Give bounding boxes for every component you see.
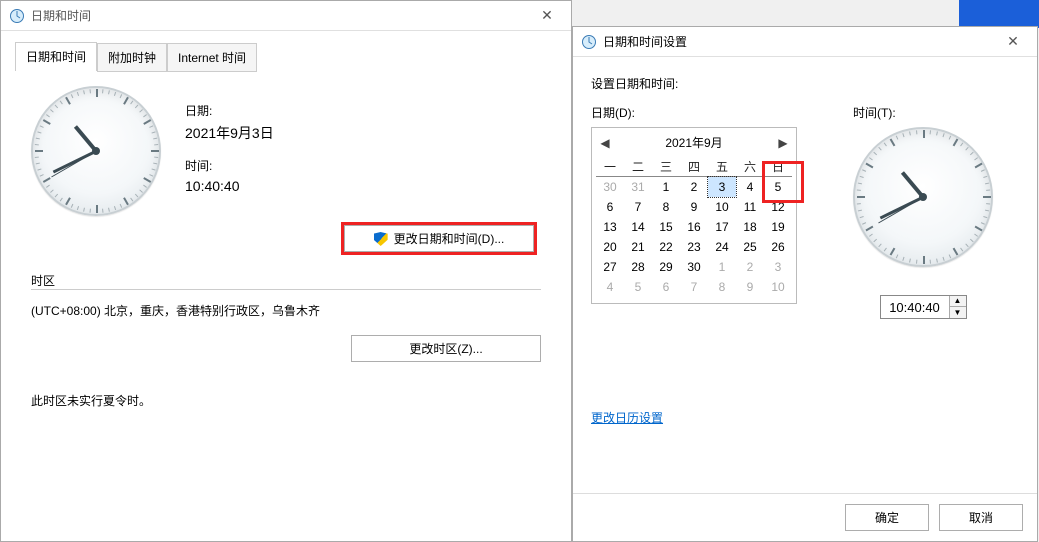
titlebar-title: 日期和时间 <box>31 7 91 24</box>
calendar-prev-icon[interactable]: ◀ <box>596 136 614 150</box>
calendar-day[interactable]: 12 <box>764 197 792 217</box>
calendar-day[interactable]: 4 <box>736 177 764 197</box>
tab-strip: 日期和时间 附加时钟 Internet 时间 <box>15 41 557 70</box>
calendar-day[interactable]: 4 <box>596 277 624 297</box>
calendar-day[interactable]: 9 <box>680 197 708 217</box>
cancel-button[interactable]: 取消 <box>939 504 1023 531</box>
calendar-weekday: 三 <box>652 157 680 177</box>
calendar-day[interactable]: 9 <box>736 277 764 297</box>
calendar-day[interactable]: 7 <box>680 277 708 297</box>
calendar-day[interactable]: 15 <box>652 217 680 237</box>
time-value: 10:40:40 <box>185 178 274 194</box>
calendar-day[interactable]: 11 <box>736 197 764 217</box>
time-input[interactable] <box>881 296 949 318</box>
calendar-day[interactable]: 28 <box>624 257 652 277</box>
calendar-day[interactable]: 10 <box>764 277 792 297</box>
date-time-icon <box>9 8 25 24</box>
calendar-day[interactable]: 2 <box>680 177 708 197</box>
calendar-day[interactable]: 29 <box>652 257 680 277</box>
time-label: 时间: <box>185 157 274 174</box>
calendar-day[interactable]: 8 <box>708 277 736 297</box>
calendar-day[interactable]: 19 <box>764 217 792 237</box>
titlebar-right: 日期和时间设置 ✕ <box>573 27 1037 57</box>
spin-up-icon[interactable]: ▲ <box>950 296 966 307</box>
change-date-time-button[interactable]: 更改日期和时间(D)... <box>344 225 534 252</box>
time-col-label: 时间(T): <box>853 104 993 121</box>
spin-down-icon[interactable]: ▼ <box>950 307 966 318</box>
calendar-day[interactable]: 14 <box>624 217 652 237</box>
calendar-day[interactable]: 10 <box>708 197 736 217</box>
ok-button[interactable]: 确定 <box>845 504 929 531</box>
date-value: 2021年9月3日 <box>185 123 274 143</box>
date-time-settings-dialog: 日期和时间设置 ✕ 设置日期和时间: 日期(D): ◀ 2021年9月 ▶ 一二… <box>572 26 1038 542</box>
calendar-month-title[interactable]: 2021年9月 <box>622 134 766 151</box>
tab-datetime[interactable]: 日期和时间 <box>15 42 97 71</box>
date-label: 日期: <box>185 102 274 119</box>
calendar-day[interactable]: 21 <box>624 237 652 257</box>
calendar-day[interactable]: 16 <box>680 217 708 237</box>
calendar-day[interactable]: 20 <box>596 237 624 257</box>
change-calendar-settings-link[interactable]: 更改日历设置 <box>591 411 663 425</box>
calendar-next-icon[interactable]: ▶ <box>774 136 792 150</box>
timezone-value: (UTC+08:00) 北京，重庆，香港特别行政区，乌鲁木齐 <box>31 302 541 319</box>
calendar-day[interactable]: 24 <box>708 237 736 257</box>
timezone-header: 时区 <box>31 274 55 288</box>
date-time-dialog: 日期和时间 ✕ 日期和时间 附加时钟 Internet 时间 日期: 2021年… <box>0 0 572 542</box>
time-spinner[interactable]: ▲ ▼ <box>880 295 967 319</box>
calendar-day[interactable]: 13 <box>596 217 624 237</box>
calendar-day[interactable]: 26 <box>764 237 792 257</box>
calendar-weekday: 四 <box>680 157 708 177</box>
settings-heading: 设置日期和时间: <box>591 75 1019 92</box>
calendar-weekday: 二 <box>624 157 652 177</box>
calendar-day[interactable]: 22 <box>652 237 680 257</box>
calendar-day[interactable]: 7 <box>624 197 652 217</box>
calendar-day[interactable]: 31 <box>624 177 652 197</box>
calendar-day[interactable]: 8 <box>652 197 680 217</box>
calendar-day[interactable]: 3 <box>708 177 736 197</box>
calendar-day[interactable]: 5 <box>764 177 792 197</box>
analog-clock <box>853 127 993 267</box>
tab-additional-clocks[interactable]: 附加时钟 <box>97 43 167 72</box>
calendar-day[interactable]: 2 <box>736 257 764 277</box>
tab-internet-time[interactable]: Internet 时间 <box>167 43 257 72</box>
calendar-day[interactable]: 6 <box>596 197 624 217</box>
calendar[interactable]: ◀ 2021年9月 ▶ 一二三四五六日303112345678910111213… <box>591 127 797 304</box>
dst-note: 此时区未实行夏令时。 <box>31 392 541 409</box>
calendar-day[interactable]: 1 <box>708 257 736 277</box>
change-timezone-button[interactable]: 更改时区(Z)... <box>351 335 541 362</box>
calendar-day[interactable]: 3 <box>764 257 792 277</box>
calendar-day[interactable]: 30 <box>596 177 624 197</box>
calendar-day[interactable]: 6 <box>652 277 680 297</box>
calendar-day[interactable]: 25 <box>736 237 764 257</box>
close-icon[interactable]: ✕ <box>531 7 563 24</box>
date-col-label: 日期(D): <box>591 104 797 121</box>
date-time-icon <box>581 34 597 50</box>
desktop-background <box>959 0 1039 28</box>
calendar-weekday: 日 <box>764 157 792 177</box>
calendar-day[interactable]: 27 <box>596 257 624 277</box>
close-icon[interactable]: ✕ <box>997 33 1029 50</box>
calendar-weekday: 五 <box>708 157 736 177</box>
titlebar-title: 日期和时间设置 <box>603 33 687 50</box>
calendar-day[interactable]: 23 <box>680 237 708 257</box>
calendar-weekday: 六 <box>736 157 764 177</box>
calendar-day[interactable]: 17 <box>708 217 736 237</box>
analog-clock <box>31 86 161 216</box>
calendar-day[interactable]: 18 <box>736 217 764 237</box>
calendar-weekday: 一 <box>596 157 624 177</box>
titlebar-left: 日期和时间 ✕ <box>1 1 571 31</box>
calendar-day[interactable]: 1 <box>652 177 680 197</box>
calendar-day[interactable]: 30 <box>680 257 708 277</box>
calendar-day[interactable]: 5 <box>624 277 652 297</box>
